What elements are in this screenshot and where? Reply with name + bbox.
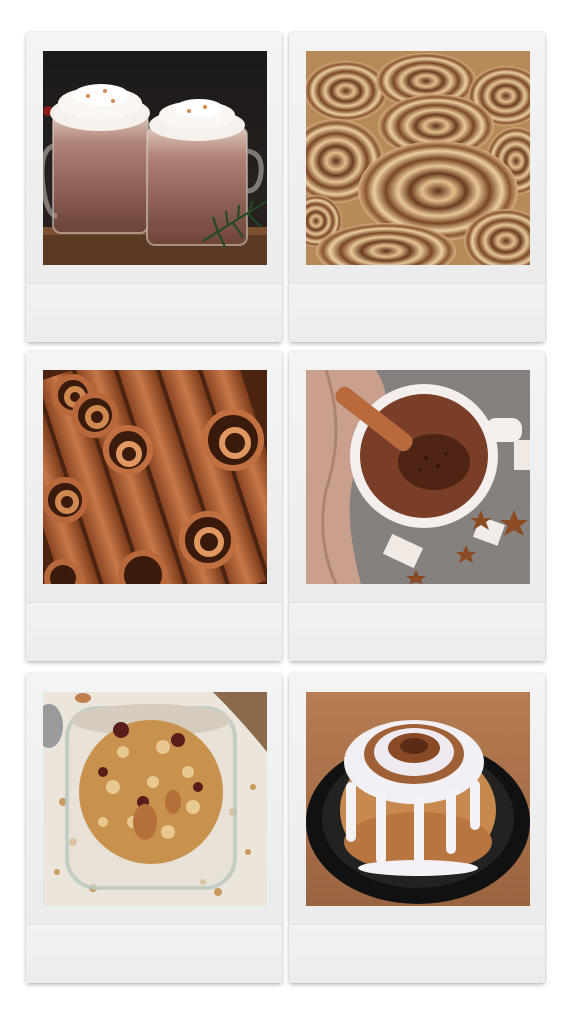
photo-hot-cocoa-cup bbox=[306, 370, 530, 584]
polaroid-caption bbox=[289, 602, 545, 661]
polaroid-caption bbox=[26, 924, 282, 983]
polaroid-card-hot-chocolate bbox=[26, 32, 282, 342]
photo-cinnamon-sticks bbox=[43, 370, 267, 584]
polaroid-caption bbox=[26, 283, 282, 342]
polaroid-caption bbox=[26, 602, 282, 661]
polaroid-card-cinnamon-sticks bbox=[26, 351, 282, 661]
polaroid-card-granola bbox=[26, 673, 282, 983]
polaroid-card-glazed-cinnamon-roll bbox=[289, 673, 545, 983]
polaroid-caption bbox=[289, 283, 545, 342]
polaroid-caption bbox=[289, 924, 545, 983]
photo-granola-jar bbox=[43, 692, 267, 906]
photo-cinnamon-rolls-tray bbox=[306, 51, 530, 265]
polaroid-card-cinnamon-rolls bbox=[289, 32, 545, 342]
polaroid-card-hot-cocoa bbox=[289, 351, 545, 661]
photo-glazed-cinnamon-roll bbox=[306, 692, 530, 906]
photo-hot-chocolate-mugs bbox=[43, 51, 267, 265]
polaroid-grid bbox=[0, 0, 576, 1024]
